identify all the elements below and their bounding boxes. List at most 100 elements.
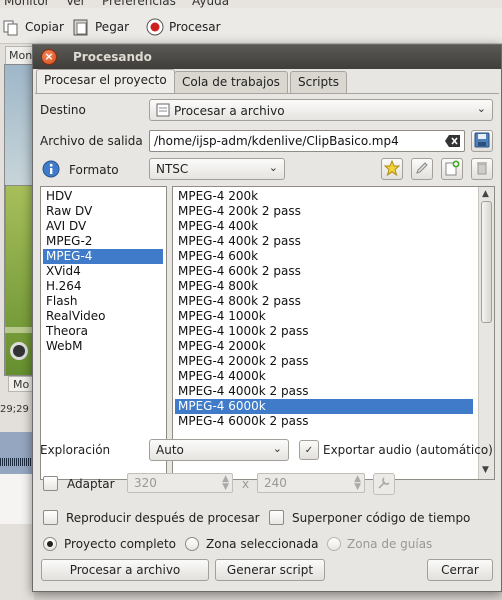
destination-label: Destino xyxy=(40,103,86,117)
scroll-up-icon[interactable]: ▲ xyxy=(482,189,489,199)
format-select[interactable]: NTSC ⌄ xyxy=(149,158,285,180)
edit-profile-button[interactable] xyxy=(411,158,433,180)
destination-select[interactable]: Procesar a archivo ⌄ xyxy=(149,99,493,121)
format-value: NTSC xyxy=(156,162,189,176)
profile-item[interactable]: MPEG-4 200k 2 pass xyxy=(175,204,473,219)
output-file-label: Archivo de salida xyxy=(40,134,143,148)
tab-scripts[interactable]: Scripts xyxy=(290,71,348,93)
menu-view[interactable]: Ver xyxy=(66,0,86,8)
favorite-button[interactable] xyxy=(381,158,403,180)
guide-zone-radio[interactable] xyxy=(327,537,341,551)
spin-arrows-icon: ▲ ▼ xyxy=(354,474,361,492)
profile-item[interactable]: MPEG-4 200k xyxy=(175,189,473,204)
tristate-check-icon: ✓ xyxy=(304,444,314,456)
delete-profile-button[interactable] xyxy=(471,158,493,180)
profile-item[interactable]: MPEG-4 600k 2 pass xyxy=(175,264,473,279)
resize-options-button[interactable] xyxy=(373,473,395,495)
guide-zone-label[interactable]: Zona de guías xyxy=(347,537,432,551)
category-item[interactable]: WebM xyxy=(43,339,163,354)
tab-panel-border xyxy=(35,93,499,94)
selected-zone-label[interactable]: Zona seleccionada xyxy=(206,537,319,551)
new-profile-icon xyxy=(444,160,460,179)
timeline-track xyxy=(0,474,34,524)
profile-item[interactable]: MPEG-4 400k 2 pass xyxy=(175,234,473,249)
copy-button[interactable]: Copiar xyxy=(2,16,64,38)
category-item[interactable]: H.264 xyxy=(43,279,163,294)
category-item[interactable]: MPEG-4 xyxy=(43,249,163,264)
generate-script-button[interactable]: Generar script xyxy=(215,559,325,581)
export-audio-label[interactable]: Exportar audio (automático) xyxy=(323,443,493,457)
profile-item[interactable]: MPEG-4 400k xyxy=(175,219,473,234)
paste-button[interactable]: Pegar xyxy=(72,16,129,38)
category-item[interactable]: XVid4 xyxy=(43,264,163,279)
category-item[interactable]: Raw DV xyxy=(43,204,163,219)
tool-icon xyxy=(377,476,391,493)
menu-monitor[interactable]: Monitor xyxy=(4,0,50,8)
render-dialog: × Procesando Procesar el proyecto Cola d… xyxy=(32,44,502,592)
record-icon xyxy=(146,18,164,36)
main-toolbar: Copiar Pegar Procesar xyxy=(0,8,502,44)
full-project-radio[interactable] xyxy=(43,537,57,551)
paste-label: Pegar xyxy=(95,20,130,34)
monitor-play-control[interactable] xyxy=(10,342,28,360)
height-spinbox[interactable]: 240 ▲ ▼ xyxy=(257,473,365,493)
chevron-down-icon: ⌄ xyxy=(268,161,278,174)
menu-help[interactable]: Ayuda xyxy=(192,0,229,8)
profile-item[interactable]: MPEG-4 1000k xyxy=(175,309,473,324)
render-to-file-button[interactable]: Procesar a archivo xyxy=(41,559,209,581)
chevron-down-icon: ⌄ xyxy=(476,102,486,115)
profile-list-scrollbar[interactable]: ▲ ▼ xyxy=(478,187,494,479)
menu-preferences[interactable]: Preferencias xyxy=(102,0,176,8)
profile-item[interactable]: MPEG-4 600k xyxy=(175,249,473,264)
profile-item[interactable]: MPEG-4 1000k 2 pass xyxy=(175,324,473,339)
profile-item[interactable]: MPEG-4 800k 2 pass xyxy=(175,294,473,309)
overlay-timecode-checkbox[interactable] xyxy=(269,510,284,525)
edit-icon xyxy=(414,160,430,179)
format-label: Formato xyxy=(69,163,119,177)
export-audio-check[interactable]: ✓ xyxy=(299,440,319,460)
profile-item[interactable]: MPEG-4 6000k 2 pass xyxy=(175,414,473,429)
profile-item[interactable]: MPEG-4 4000k xyxy=(175,369,473,384)
profile-item[interactable]: MPEG-4 2000k 2 pass xyxy=(175,354,473,369)
scrollbar-thumb[interactable] xyxy=(481,201,492,323)
star-icon xyxy=(383,159,401,179)
profile-item[interactable]: MPEG-4 2000k xyxy=(175,339,473,354)
render-button[interactable]: Procesar xyxy=(146,16,221,38)
width-value: 320 xyxy=(134,476,157,490)
category-item[interactable]: AVI DV xyxy=(43,219,163,234)
clear-text-icon[interactable] xyxy=(445,134,461,151)
height-value: 240 xyxy=(264,476,287,490)
scan-select[interactable]: Auto ⌄ xyxy=(149,439,289,461)
selected-zone-radio[interactable] xyxy=(185,537,199,551)
output-file-value: /home/ijsp-adm/kdenlive/ClipBasico.mp4 xyxy=(154,134,399,148)
width-spinbox[interactable]: 320 ▲ ▼ xyxy=(127,473,233,493)
category-item[interactable]: HDV xyxy=(43,189,163,204)
profile-list[interactable]: MPEG-4 6000k 2 pass MPEG-4 6000k MPEG-4 40… xyxy=(172,186,495,480)
tab-job-queue[interactable]: Cola de trabajos xyxy=(174,71,288,93)
category-item[interactable]: RealVideo xyxy=(43,309,163,324)
tab-render-project[interactable]: Procesar el proyecto xyxy=(36,69,175,93)
close-button[interactable]: Cerrar xyxy=(427,559,493,581)
profile-item[interactable]: MPEG-4 6000k xyxy=(175,399,473,414)
new-profile-button[interactable] xyxy=(441,158,463,180)
scan-label: Exploración xyxy=(40,443,111,457)
format-category-list[interactable]: HDV Raw DV AVI DV MPEG-2 MPEG-4 XVid4 H.264 Fla… xyxy=(40,186,167,480)
profile-item[interactable]: MPEG-4 4000k 2 pass xyxy=(175,384,473,399)
resize-checkbox[interactable] xyxy=(43,476,58,491)
resize-separator: x xyxy=(242,477,250,491)
save-file-button[interactable] xyxy=(471,130,493,152)
category-item[interactable]: Theora xyxy=(43,324,163,339)
play-after-label[interactable]: Reproducir después de procesar xyxy=(66,511,260,525)
output-file-input[interactable]: /home/ijsp-adm/kdenlive/ClipBasico.mp4 xyxy=(149,130,465,152)
clip-monitor xyxy=(4,64,34,376)
scroll-down-icon[interactable]: ▼ xyxy=(482,465,489,475)
profile-item[interactable]: MPEG-4 800k xyxy=(175,279,473,294)
category-item[interactable]: MPEG-2 xyxy=(43,234,163,249)
full-project-label[interactable]: Proyecto completo xyxy=(64,537,176,551)
overlay-timecode-label[interactable]: Superponer código de tiempo xyxy=(292,511,470,525)
render-label: Procesar xyxy=(169,20,221,34)
close-icon[interactable]: × xyxy=(41,49,57,65)
play-after-checkbox[interactable] xyxy=(43,510,58,525)
category-item[interactable]: Flash xyxy=(43,294,163,309)
resize-label[interactable]: Adaptar xyxy=(67,477,115,491)
